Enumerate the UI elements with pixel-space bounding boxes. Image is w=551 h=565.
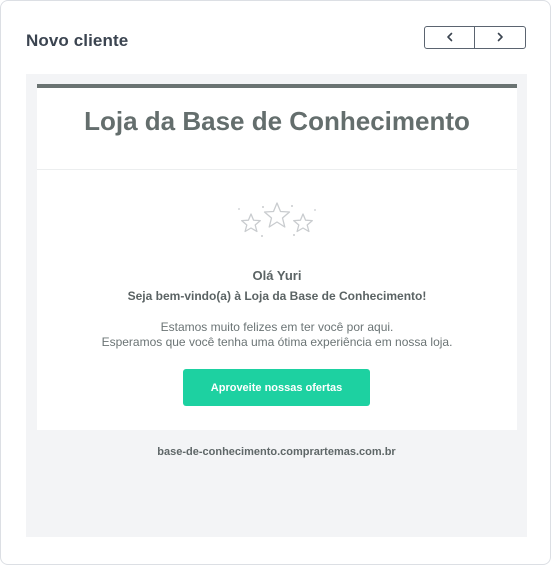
- email-message: Estamos muito felizes em ter você por aq…: [37, 320, 517, 350]
- message-line-2: Esperamos que você tenha uma ótima exper…: [101, 335, 453, 349]
- message-line-1: Estamos muito felizes em ter você por aq…: [160, 320, 394, 334]
- next-button[interactable]: [474, 26, 526, 49]
- welcome-text: Seja bem-vindo(a) à Loja da Base de Conh…: [127, 289, 427, 303]
- store-title: Loja da Base de Conhecimento: [84, 106, 470, 136]
- previous-button[interactable]: [424, 26, 475, 49]
- card-title: Novo cliente: [26, 31, 129, 50]
- email-preview: Loja da Base de Conhecimento Olá Yuri Se…: [26, 74, 527, 537]
- footer-url[interactable]: base-de-conhecimento.comprartemas.com.br: [26, 446, 527, 458]
- email-body: Loja da Base de Conhecimento Olá Yuri Se…: [37, 84, 517, 430]
- chevron-left-icon: [445, 29, 455, 47]
- offers-button[interactable]: Aproveite nossas ofertas: [183, 369, 370, 406]
- chevron-right-icon: [495, 29, 505, 47]
- greeting-text: Olá Yuri: [252, 268, 302, 283]
- pagination-nav: [424, 26, 526, 49]
- stars-icon: [234, 200, 320, 253]
- new-customer-card: Novo cliente Loja da Base de Conheciment…: [0, 0, 551, 565]
- header-divider: [37, 169, 517, 170]
